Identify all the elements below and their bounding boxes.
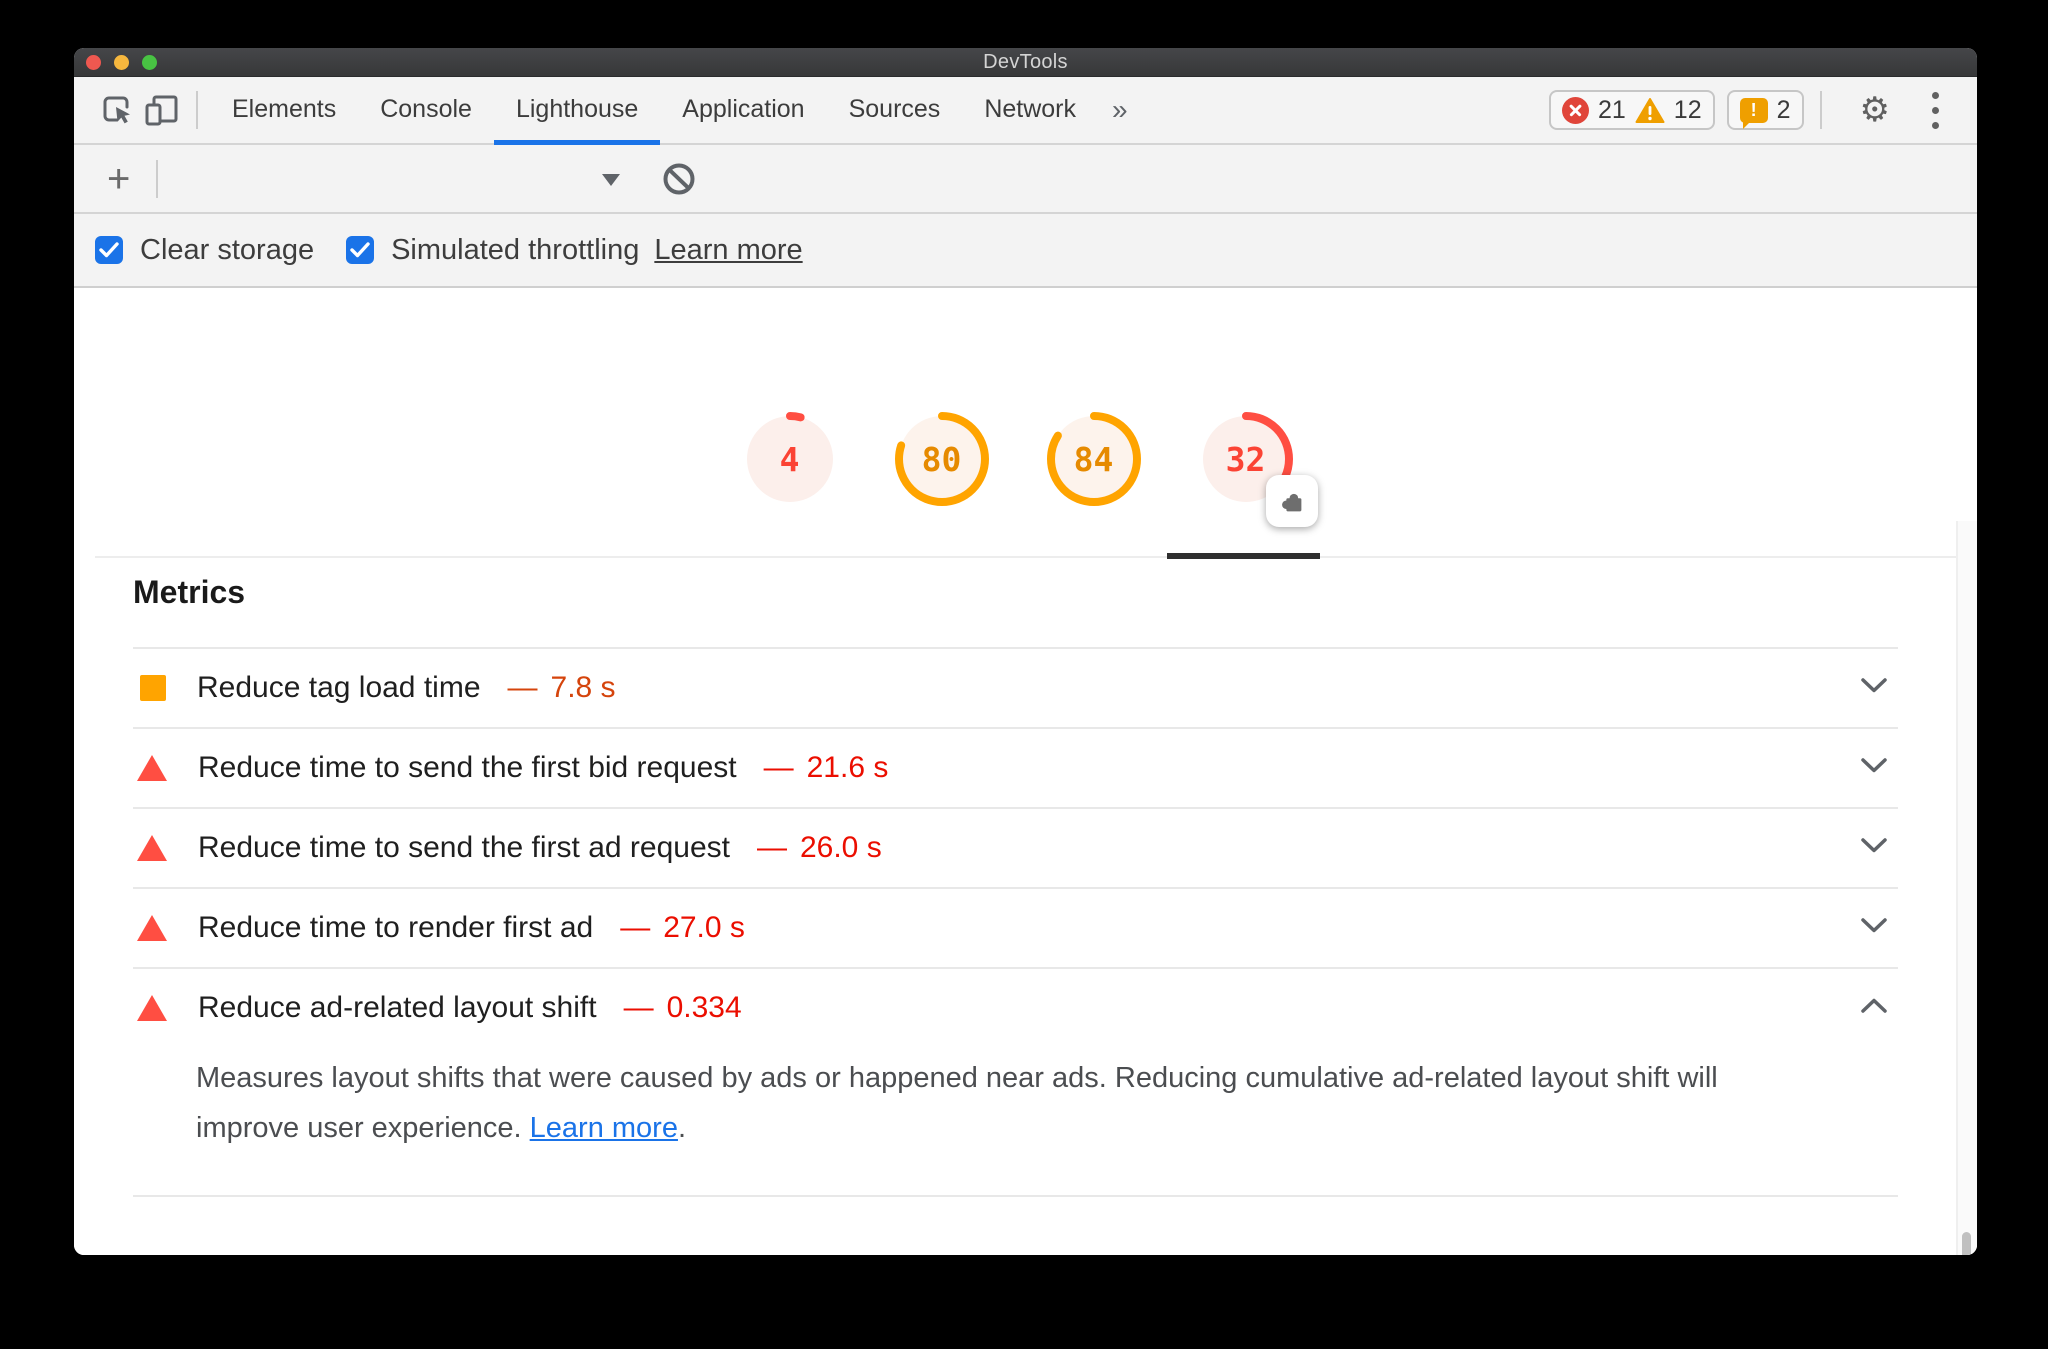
fail-triangle-icon — [137, 755, 167, 781]
chevron-down-icon[interactable] — [1860, 757, 1888, 779]
chevron-down-icon[interactable] — [1860, 837, 1888, 859]
tab-sources[interactable]: Sources — [827, 77, 963, 143]
fail-triangle-icon — [137, 995, 167, 1021]
metric-dash: — — [756, 831, 787, 864]
tab-console[interactable]: Console — [358, 77, 494, 143]
lighthouse-options-bar: Clear storage Simulated throttling Learn… — [74, 214, 1977, 288]
error-icon — [1561, 96, 1589, 124]
tab-network[interactable]: Network — [962, 77, 1098, 143]
clear-block-icon[interactable] — [662, 162, 696, 201]
title-bar: DevTools — [74, 48, 1977, 77]
tab-elements[interactable]: Elements — [210, 77, 358, 143]
metric-value: 26.0 s — [799, 831, 882, 864]
metric-row: Reduce ad-related layout shift — 0.334 M… — [133, 967, 1898, 1153]
screen: DevTools Elements Console Lighthouse App… — [0, 0, 2048, 1349]
metric-row-header[interactable]: Reduce time to send the first ad request… — [133, 809, 1898, 887]
metric-value: 7.8 s — [550, 671, 616, 704]
plugin-puzzle-icon — [1265, 475, 1318, 527]
chevron-down-icon[interactable] — [1860, 677, 1888, 699]
simulated-throttling-label: Simulated throttling — [391, 233, 640, 266]
active-category-indicator — [1167, 553, 1320, 559]
metric-learn-more-link[interactable]: Learn more — [530, 1112, 678, 1144]
tab-application[interactable]: Application — [660, 77, 826, 143]
traffic-lights — [86, 48, 157, 76]
warning-count: 12 — [1673, 95, 1702, 124]
score-gauge-selected[interactable]: 32 — [1198, 411, 1318, 527]
error-count: 21 — [1597, 95, 1626, 124]
toolbar-divider — [1819, 91, 1822, 129]
vertical-scrollbar[interactable] — [1956, 521, 1977, 1255]
toolbar-divider — [196, 91, 198, 129]
warning-icon — [1635, 97, 1665, 124]
minimize-window-button[interactable] — [114, 54, 129, 70]
metric-description: Measures layout shifts that were caused … — [196, 1062, 1718, 1144]
clear-storage-label: Clear storage — [140, 233, 315, 266]
score-gauges: 4 80 84 32 — [74, 288, 1969, 527]
metric-title: Reduce tag load time — [197, 671, 481, 704]
fail-triangle-icon — [137, 915, 167, 941]
throttling-learn-more-link[interactable]: Learn more — [654, 234, 802, 267]
lighthouse-report: 4 80 84 32 Metrics Reduce tag load time … — [74, 288, 1977, 1255]
score-gauge[interactable]: 80 — [894, 411, 990, 507]
metric-row-header[interactable]: Reduce tag load time — 7.8 s — [133, 649, 1898, 727]
score-value: 4 — [779, 439, 800, 479]
metric-dash: — — [623, 991, 654, 1024]
metric-dash: — — [620, 911, 651, 944]
metric-title: Reduce time to send the first ad request — [198, 831, 730, 864]
issue-count: 2 — [1776, 95, 1791, 124]
close-window-button[interactable] — [86, 54, 101, 70]
metric-row: Reduce time to send the first bid reques… — [133, 727, 1898, 807]
fail-triangle-icon — [137, 835, 167, 861]
inspect-element-icon[interactable] — [96, 88, 140, 132]
metric-title: Reduce time to send the first bid reques… — [198, 751, 737, 784]
metric-row: Reduce time to render first ad — 27.0 s — [133, 887, 1898, 967]
ad-speed-section-title: Ad Speed — [133, 1253, 1977, 1255]
zoom-window-button[interactable] — [142, 54, 157, 70]
metric-value: 0.334 — [666, 991, 742, 1024]
toolbar-divider — [156, 159, 159, 198]
metric-row-header[interactable]: Reduce ad-related layout shift — 0.334 — [133, 969, 1898, 1047]
scrollbar-thumb[interactable] — [1962, 1232, 1971, 1255]
window-title: DevTools — [983, 50, 1068, 73]
metric-title: Reduce ad-related layout shift — [198, 991, 597, 1024]
devtools-tab-bar: Elements Console Lighthouse Application … — [74, 77, 1977, 145]
metric-row: Reduce time to send the first ad request… — [133, 807, 1898, 887]
console-errors-warnings-badge[interactable]: 21 12 — [1548, 90, 1715, 130]
chevron-down-icon[interactable] — [1860, 917, 1888, 939]
new-audit-plus-icon[interactable]: + — [107, 159, 130, 199]
metric-value: 21.6 s — [806, 751, 889, 784]
score-value: 80 — [921, 439, 962, 479]
category-tab-line — [95, 553, 1956, 559]
average-square-icon — [140, 675, 166, 701]
metric-dash: — — [763, 751, 794, 784]
metric-row-header[interactable]: Reduce time to send the first bid reques… — [133, 729, 1898, 807]
tab-lighthouse[interactable]: Lighthouse — [493, 77, 661, 145]
metrics-section-title: Metrics — [133, 574, 246, 610]
metric-title: Reduce time to render first ad — [198, 911, 594, 944]
score-gauge[interactable]: 4 — [742, 411, 838, 507]
more-options-kebab-icon[interactable] — [1932, 91, 1939, 129]
metric-rows: Reduce tag load time — 7.8 s Reduce time… — [133, 647, 1898, 1153]
simulated-throttling-checkbox[interactable] — [346, 236, 375, 264]
score-value: 84 — [1073, 439, 1114, 479]
metric-dash: — — [507, 671, 538, 704]
clear-storage-checkbox[interactable] — [95, 236, 123, 264]
more-tabs-icon[interactable]: » — [1098, 94, 1142, 126]
lighthouse-toolbar: + — [74, 145, 1977, 214]
devtools-window: DevTools Elements Console Lighthouse App… — [74, 48, 1977, 1255]
metric-value: 27.0 s — [663, 911, 745, 944]
chevron-up-icon[interactable] — [1860, 997, 1888, 1019]
device-toolbar-icon[interactable] — [140, 88, 184, 132]
settings-gear-icon[interactable]: ⚙ — [1860, 93, 1890, 127]
section-divider — [133, 1195, 1898, 1197]
issues-badge[interactable]: ! 2 — [1726, 90, 1804, 130]
url-dropdown-arrow-icon[interactable] — [602, 174, 620, 186]
score-gauge[interactable]: 84 — [1046, 411, 1142, 507]
metric-row-header[interactable]: Reduce time to render first ad — 27.0 s — [133, 889, 1898, 967]
metric-row: Reduce tag load time — 7.8 s — [133, 647, 1898, 727]
issues-icon: ! — [1739, 97, 1768, 129]
